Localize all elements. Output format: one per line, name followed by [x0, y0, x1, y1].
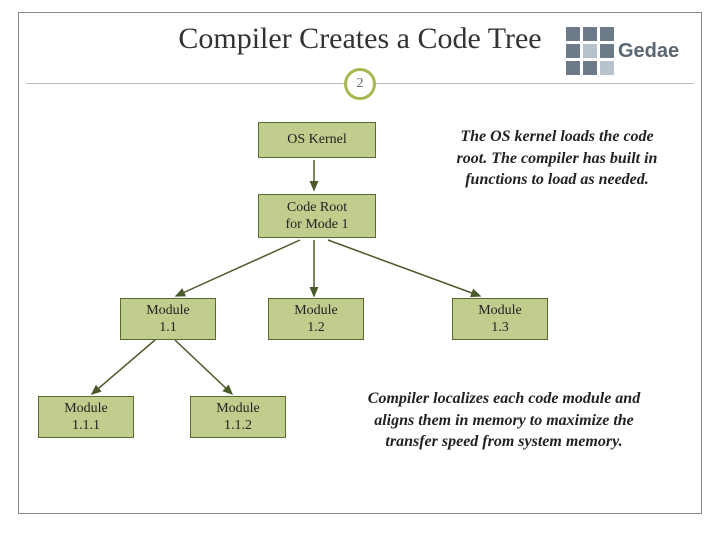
node-label-line2: 1.1.1 [72, 417, 100, 435]
node-module-1-2: Module 1.2 [268, 298, 364, 340]
node-label-line2: 1.1 [159, 319, 177, 337]
node-label-line1: Code Root [287, 199, 347, 217]
node-label-line1: Module [146, 302, 190, 320]
node-module-1-3: Module 1.3 [452, 298, 548, 340]
node-label-line2: 1.3 [491, 319, 509, 337]
node-label-line1: Module [294, 302, 338, 320]
node-label-line2: for Mode 1 [286, 216, 349, 234]
node-label-line1: Module [478, 302, 522, 320]
node-label-line1: Module [64, 400, 108, 418]
node-module-1-1: Module 1.1 [120, 298, 216, 340]
gedae-logo: Gedae [566, 22, 696, 80]
logo-grid-icon [566, 27, 614, 75]
node-os-kernel: OS Kernel [258, 122, 376, 158]
node-label: OS Kernel [287, 131, 347, 149]
node-module-1-1-2: Module 1.1.2 [190, 396, 286, 438]
node-code-root: Code Root for Mode 1 [258, 194, 376, 238]
node-label-line2: 1.1.2 [224, 417, 252, 435]
callout-top: The OS kernel loads the code root. The c… [448, 126, 666, 191]
page-number-badge: 2 [344, 68, 376, 100]
callout-bottom: Compiler localizes each code module and … [346, 388, 662, 453]
node-module-1-1-1: Module 1.1.1 [38, 396, 134, 438]
node-label-line2: 1.2 [307, 319, 325, 337]
node-label-line1: Module [216, 400, 260, 418]
logo-text: Gedae [618, 40, 679, 63]
page-number: 2 [357, 76, 364, 92]
